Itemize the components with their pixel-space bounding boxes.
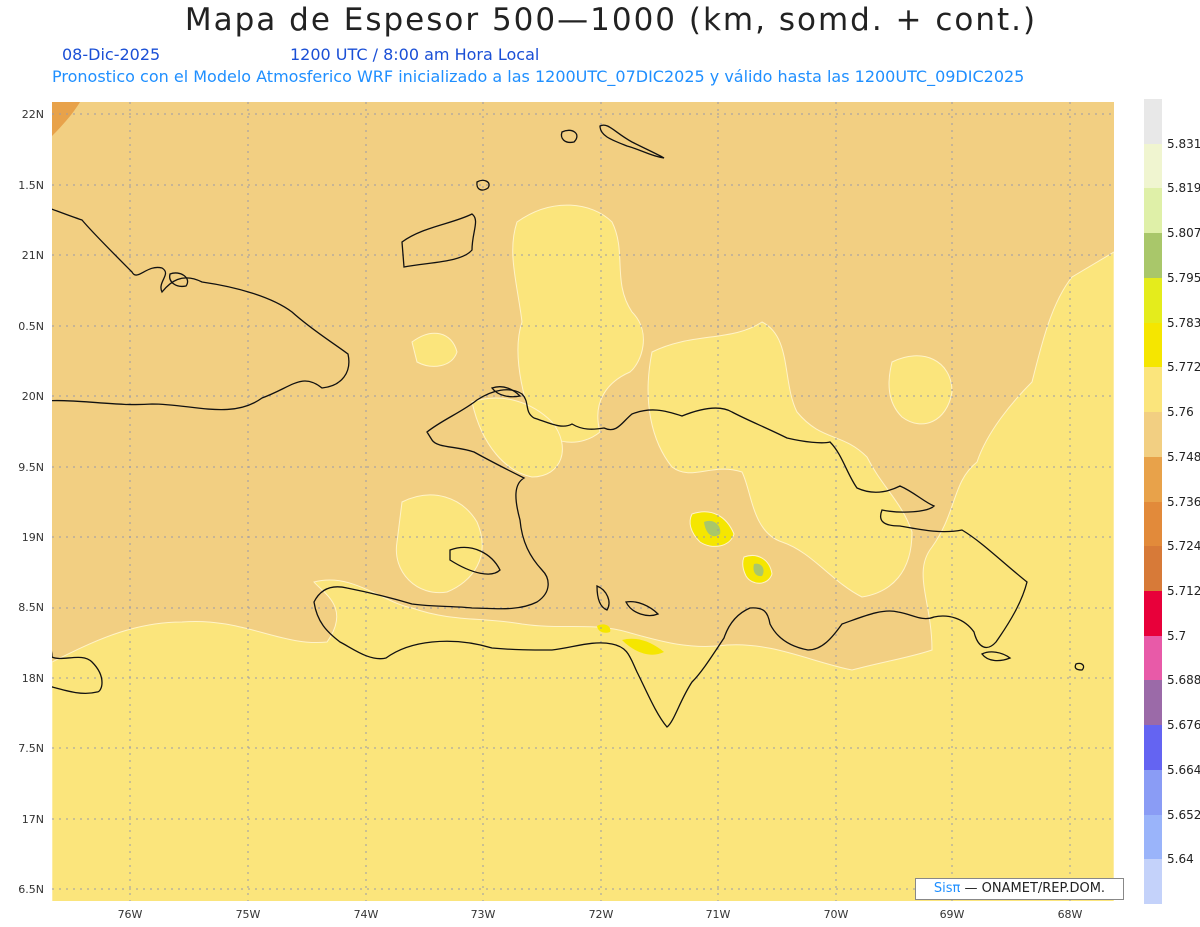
- map-canvas: [52, 102, 1114, 901]
- lon-label: 73W: [470, 908, 496, 921]
- colorbar-segment: [1144, 859, 1162, 905]
- colorbar-label: 5.724: [1167, 539, 1200, 554]
- colorbar-segment: [1144, 367, 1162, 413]
- coast-cuba: [52, 208, 350, 411]
- colorbar-segment: [1144, 725, 1162, 771]
- colorbar-label: 5.64: [1167, 852, 1194, 867]
- lon-label: 76W: [117, 908, 143, 921]
- colorbar-segment: [1144, 814, 1162, 860]
- time-label: 1200 UTC / 8:00 am Hora Local: [290, 45, 540, 64]
- lat-label: 18N: [21, 672, 44, 685]
- colorbar-segment: [1144, 635, 1162, 681]
- band-576-north: [512, 204, 644, 443]
- colorbar-segment: [1144, 546, 1162, 592]
- colorbar-segment: [1144, 99, 1162, 145]
- colorbar-segment: [1144, 501, 1162, 547]
- band-576-west: [395, 494, 483, 594]
- lat-label: 9.5N: [18, 461, 44, 474]
- lat-label: 7.5N: [18, 742, 44, 755]
- colorbar-label: 5.652: [1167, 807, 1200, 822]
- lat-label: 1.5N: [18, 179, 44, 192]
- band-576-ne: [888, 355, 953, 425]
- colorbar-label: 5.807: [1167, 226, 1200, 241]
- thickness-map: [52, 102, 1114, 901]
- lon-label: 71W: [705, 908, 731, 921]
- map-title: Mapa de Espesor 500—1000 (km, somd. + co…: [184, 2, 1038, 38]
- coast-haiti-tip: [596, 585, 610, 611]
- colorbar-segment: [1144, 143, 1162, 189]
- coast-bahamas-4: [599, 124, 665, 159]
- colorbar-label: 5.664: [1167, 762, 1200, 777]
- credit-box: Sisπ — ONAMET/REP.DOM.: [915, 878, 1124, 900]
- lat-label: 22N: [21, 108, 44, 121]
- colorbar-label: 5.772: [1167, 360, 1200, 375]
- colorbar-segment: [1144, 233, 1162, 279]
- colorbar-label: 5.819: [1167, 181, 1200, 196]
- colorbar-segment: [1144, 188, 1162, 234]
- lat-label: 19N: [21, 531, 44, 544]
- colorbar-label: 5.676: [1167, 718, 1200, 733]
- colorbar-label: 5.688: [1167, 673, 1200, 688]
- band-576-nw: [411, 332, 458, 367]
- lat-label: 6.5N: [18, 883, 44, 896]
- credit-org: — ONAMET/REP.DOM.: [964, 881, 1106, 896]
- colorbar-label: 5.736: [1167, 494, 1200, 509]
- lon-label: 75W: [235, 908, 261, 921]
- coast-bahamas-3: [560, 129, 578, 144]
- lat-label: 21N: [21, 249, 44, 262]
- lat-label: 0.5N: [18, 320, 44, 333]
- colorbar-label: 5.795: [1167, 270, 1200, 285]
- colorbar-label: 5.783: [1167, 315, 1200, 330]
- colorbar-segment: [1144, 277, 1162, 324]
- lon-label: 72W: [588, 908, 614, 921]
- colorbar-segment: [1144, 322, 1162, 368]
- colorbar-segment: [1144, 412, 1162, 458]
- colorbar-segment: [1144, 590, 1162, 637]
- coast-tortuga: [490, 386, 522, 398]
- lon-label: 70W: [823, 908, 849, 921]
- credit-sis: Sisπ: [933, 881, 961, 896]
- band-5736-corner: [52, 102, 80, 136]
- lat-label: 8.5N: [18, 601, 44, 614]
- colorbar: [1144, 99, 1162, 905]
- colorbar-label: 5.748: [1167, 449, 1200, 464]
- colorbar-segment: [1144, 769, 1162, 816]
- colorbar-label: 5.712: [1167, 583, 1200, 598]
- coast-bahamas-1: [401, 213, 477, 268]
- colorbar-label: 5.76: [1167, 405, 1194, 420]
- lat-label: 20N: [21, 390, 44, 403]
- date-label: 08-Dic-2025: [62, 45, 161, 64]
- coast-lake: [625, 600, 660, 617]
- colorbar-segment: [1144, 680, 1162, 726]
- colorbar-label: 5.831: [1167, 136, 1200, 151]
- forecast-info: Pronostico con el Modelo Atmosferico WRF…: [52, 67, 1025, 86]
- colorbar-segment: [1144, 456, 1162, 502]
- lon-label: 74W: [353, 908, 379, 921]
- lon-label: 68W: [1057, 908, 1083, 921]
- band-576-east: [647, 321, 913, 598]
- lon-label: 69W: [939, 908, 965, 921]
- colorbar-label: 5.7: [1167, 628, 1187, 643]
- lat-label: 17N: [21, 813, 44, 826]
